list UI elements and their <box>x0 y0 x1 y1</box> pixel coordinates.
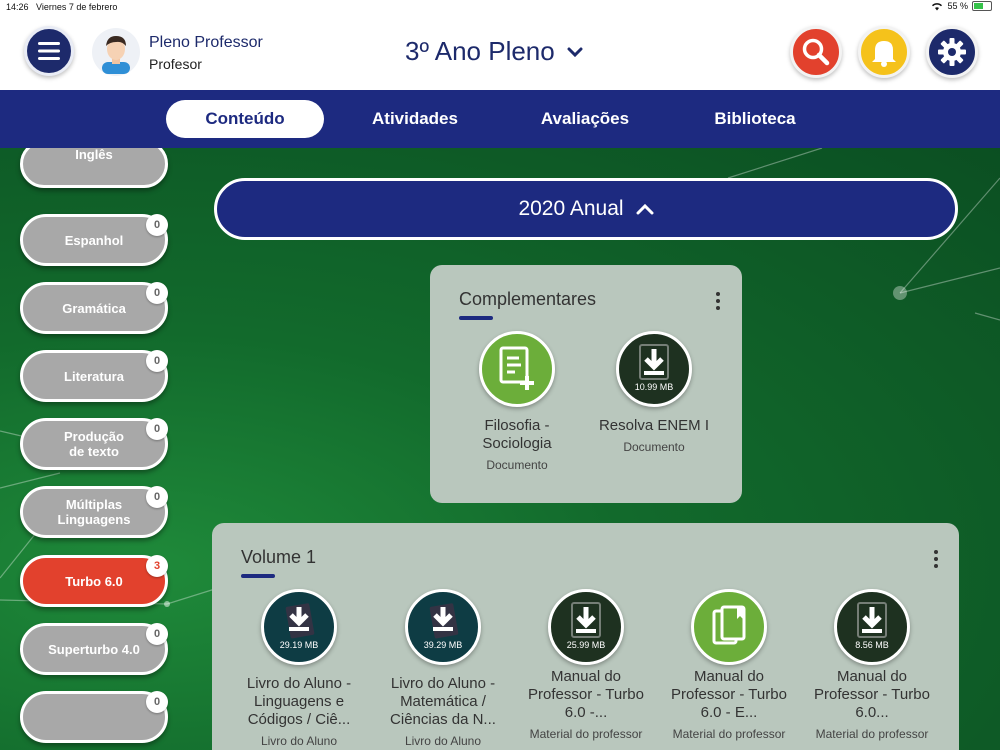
item-title: Filosofia - Sociologia <box>482 417 552 452</box>
chevron-up-icon <box>636 203 654 215</box>
content-area: Inglês Espanhol 0 Gramática 0 Literatura… <box>0 148 1000 750</box>
count-badge: 0 <box>146 418 168 440</box>
sidebar-item-label: Literatura <box>64 368 124 384</box>
download-icon: 8.56 MB <box>834 589 910 665</box>
download-icon: 39.29 MB <box>405 589 481 665</box>
more-options-icon[interactable] <box>934 550 940 568</box>
content-item[interactable]: 25.99 MB Manual do Professor - Turbo 6.0… <box>521 589 651 741</box>
count-badge: 0 <box>146 623 168 645</box>
avatar[interactable] <box>92 28 140 76</box>
status-bar: 14:26 Viernes 7 de febrero 55 % <box>0 0 1000 16</box>
document-add-icon <box>479 331 555 407</box>
content-item[interactable]: 39.29 MB Livro do Aluno - Matemática / C… <box>378 589 508 748</box>
item-type: Documento <box>623 440 685 454</box>
card-title: Complementares <box>459 289 597 309</box>
sidebar-item-label: Produção de texto <box>64 429 124 459</box>
wifi-icon <box>932 2 943 10</box>
card-title: Volume 1 <box>241 547 317 567</box>
sidebar-item[interactable]: 0 <box>20 691 168 743</box>
sidebar-item-multiplas-linguagens[interactable]: Múltiplas Linguagens 0 <box>20 486 168 538</box>
file-size: 29.19 MB <box>279 640 319 650</box>
sidebar-item-espanhol[interactable]: Espanhol 0 <box>20 214 168 266</box>
sidebar-item-label: Múltiplas Linguagens <box>57 497 131 527</box>
menu-button[interactable] <box>24 26 74 76</box>
item-type: Material do professor <box>815 727 929 741</box>
sidebar-item-turbo-6[interactable]: Turbo 6.0 3 <box>20 555 168 607</box>
card-underline <box>459 316 493 320</box>
sidebar-item-label: Superturbo 4.0 <box>48 641 140 657</box>
year-selector[interactable]: 2020 Anual <box>214 178 958 240</box>
item-type: Material do professor <box>672 727 786 741</box>
file-size: 39.29 MB <box>423 640 463 650</box>
tab-conteudo[interactable]: Conteúdo <box>166 100 324 138</box>
item-type: Material do professor <box>529 727 643 741</box>
book-copy-icon <box>691 589 767 665</box>
card-underline <box>241 574 275 578</box>
item-title: Manual do Professor - Turbo 6.0 - E... <box>671 668 787 721</box>
gear-icon <box>938 38 966 66</box>
sidebar-item-label: Inglês <box>75 148 113 162</box>
tab-bar: Conteúdo Atividades Avaliações Bibliotec… <box>0 90 1000 148</box>
download-icon: 10.99 MB <box>616 331 692 407</box>
download-icon: 25.99 MB <box>548 589 624 665</box>
app-header: Pleno Professor Profesor 3º Ano Pleno <box>0 16 1000 90</box>
file-size: 25.99 MB <box>566 640 606 650</box>
item-type: Livro do Aluno <box>404 734 482 748</box>
notifications-button[interactable] <box>858 26 910 78</box>
count-badge: 0 <box>146 691 168 713</box>
chevron-down-icon <box>567 47 583 57</box>
sidebar-item-label: Espanhol <box>64 232 124 248</box>
tab-atividades[interactable]: Atividades <box>345 100 485 138</box>
user-name: Pleno Professor <box>149 34 263 51</box>
count-badge: 0 <box>146 282 168 304</box>
bell-icon <box>872 41 896 67</box>
class-title: 3º Ano Pleno <box>405 36 555 66</box>
content-item[interactable]: Manual do Professor - Turbo 6.0 - E... M… <box>664 589 794 741</box>
tab-biblioteca[interactable]: Biblioteca <box>685 100 825 138</box>
content-item[interactable]: 29.19 MB Livro do Aluno - Linguagens e C… <box>234 589 364 748</box>
user-avatar-icon <box>102 36 130 74</box>
sidebar-item-label: Turbo 6.0 <box>65 573 123 589</box>
count-badge: 3 <box>146 555 168 577</box>
sidebar-item-gramatica[interactable]: Gramática 0 <box>20 282 168 334</box>
complementares-card: Complementares Filosofia - Sociologia Do… <box>430 265 742 503</box>
item-title: Livro do Aluno - Matemática / Ciências d… <box>390 675 496 728</box>
count-badge: 0 <box>146 486 168 508</box>
sidebar-item-producao-de-texto[interactable]: Produção de texto 0 <box>20 418 168 470</box>
year-selector-label: 2020 Anual <box>518 197 624 220</box>
battery-percent: 55 % <box>947 1 968 11</box>
settings-button[interactable] <box>926 26 978 78</box>
sidebar-item-ingles[interactable]: Inglês <box>20 148 168 188</box>
content-item[interactable]: 8.56 MB Manual do Professor - Turbo 6.0.… <box>807 589 937 741</box>
item-title: Resolva ENEM I <box>598 417 710 434</box>
status-date: Viernes 7 de febrero <box>36 2 118 12</box>
battery-icon <box>972 1 992 11</box>
item-title: Livro do Aluno - Linguagens e Códigos / … <box>246 675 352 728</box>
class-selector[interactable]: 3º Ano Pleno <box>405 36 583 67</box>
sidebar-item-superturbo-4[interactable]: Superturbo 4.0 0 <box>20 623 168 675</box>
search-button[interactable] <box>790 26 842 78</box>
item-type: Livro do Aluno <box>260 734 338 748</box>
hamburger-icon <box>38 42 60 60</box>
item-title: Manual do Professor - Turbo 6.0 -... <box>528 668 644 721</box>
sidebar-item-literatura[interactable]: Literatura 0 <box>20 350 168 402</box>
more-options-icon[interactable] <box>716 292 722 310</box>
content-item[interactable]: Filosofia - Sociologia Documento <box>452 331 582 472</box>
item-type: Documento <box>486 458 548 472</box>
tab-avaliacoes[interactable]: Avaliações <box>515 100 655 138</box>
sidebar-item-label: Gramática <box>62 300 126 316</box>
file-size: 10.99 MB <box>634 382 674 392</box>
count-badge: 0 <box>146 214 168 236</box>
file-size: 8.56 MB <box>855 640 889 650</box>
user-role: Profesor <box>149 56 202 72</box>
count-badge: 0 <box>146 350 168 372</box>
item-title: Manual do Professor - Turbo 6.0... <box>814 668 930 721</box>
content-item[interactable]: 10.99 MB Resolva ENEM I Documento <box>589 331 719 454</box>
volume-card: Volume 1 29.19 MB Livro do Aluno - Lingu… <box>212 523 959 750</box>
download-icon: 29.19 MB <box>261 589 337 665</box>
status-time: 14:26 <box>6 2 29 12</box>
search-icon <box>802 38 830 66</box>
